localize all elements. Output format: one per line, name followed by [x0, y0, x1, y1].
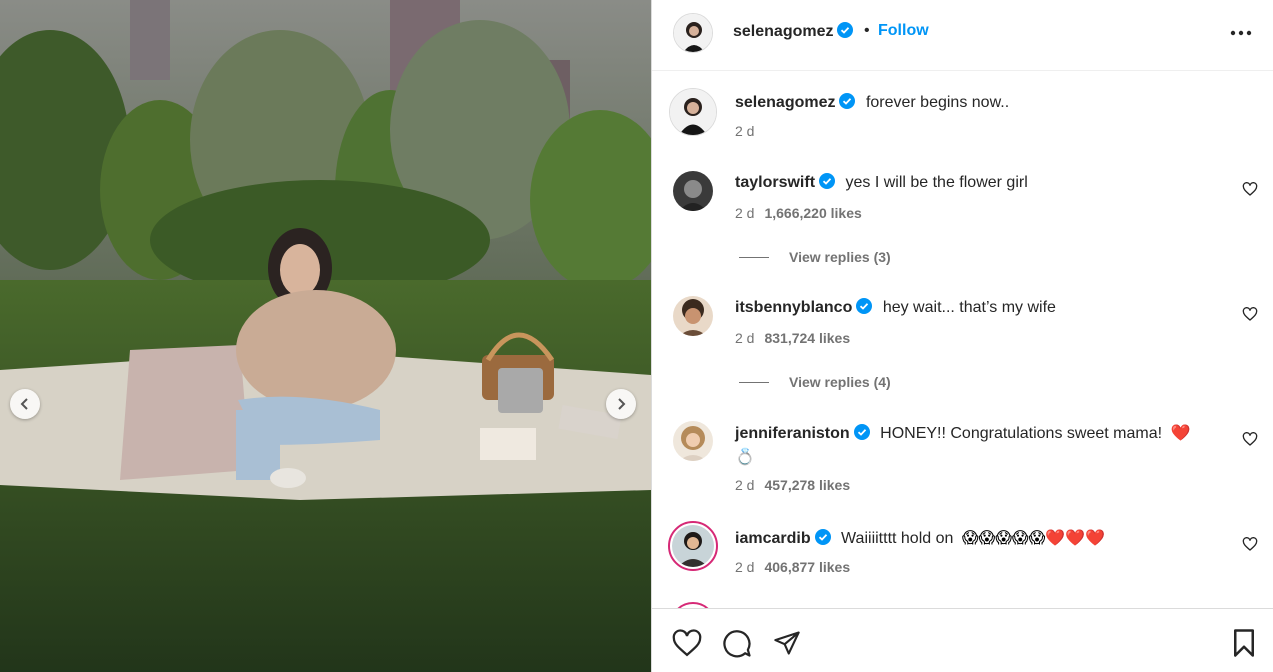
- replies-divider: [739, 257, 769, 258]
- verified-badge-icon: [837, 22, 854, 38]
- post-image: [0, 0, 651, 672]
- more-options-button[interactable]: [1227, 21, 1255, 45]
- comment-text: hey wait... that’s my wife: [882, 299, 1056, 316]
- verified-badge-icon: [819, 173, 836, 189]
- comment-item: taylorswift yes I will be the flower gir…: [652, 171, 1273, 271]
- comment-time[interactable]: 2 d: [735, 559, 754, 575]
- comment-text: yes I will be the flower girl: [845, 174, 1028, 191]
- author-username-text[interactable]: selenagomez: [733, 23, 833, 40]
- comment-bubble-icon: [723, 630, 751, 658]
- comment-likes[interactable]: 1,666,220 likes: [764, 205, 861, 221]
- comment-username[interactable]: itsbennyblanco: [735, 299, 852, 316]
- comment-emoji: 😱😱😱😱😱❤️❤️❤️: [961, 528, 1106, 547]
- bookmark-icon: [1234, 629, 1254, 657]
- verified-badge-icon: [853, 424, 870, 440]
- header-separator: •: [864, 22, 870, 39]
- like-comment-heart-icon[interactable]: [1242, 306, 1258, 322]
- caption-username[interactable]: selenagomez: [735, 94, 835, 111]
- like-comment-heart-icon[interactable]: [1242, 536, 1258, 552]
- comment-username[interactable]: taylorswift: [735, 174, 815, 191]
- caption-avatar[interactable]: [669, 88, 717, 136]
- comment-text: Waiiiitttt hold on: [841, 530, 954, 547]
- author-username[interactable]: selenagomez: [733, 22, 854, 41]
- caption-text: forever begins now..: [865, 94, 1010, 111]
- comments-list: selenagomez forever begins now.. 2 d tay…: [652, 71, 1273, 608]
- view-replies-label[interactable]: View replies (4): [789, 374, 891, 390]
- comment-text: HONEY!! Congratulations sweet mama!: [880, 425, 1163, 442]
- commenter-avatar[interactable]: [673, 421, 713, 461]
- post-actions-bar: [652, 608, 1273, 672]
- previous-image-button[interactable]: [10, 389, 40, 419]
- author-avatar[interactable]: [673, 13, 713, 53]
- caption-time[interactable]: 2 d: [735, 123, 754, 139]
- commenter-avatar-story[interactable]: [668, 521, 718, 571]
- commenter-avatar[interactable]: [673, 296, 713, 336]
- heart-icon: [672, 629, 702, 657]
- comment-likes[interactable]: 457,278 likes: [764, 477, 850, 493]
- view-replies-label[interactable]: View replies (3): [789, 249, 891, 265]
- share-button[interactable]: [772, 628, 802, 658]
- post-header: selenagomez • Follow: [652, 0, 1273, 71]
- verified-badge-icon: [856, 298, 873, 314]
- post-panel: selenagomez • Follow selenagomez forever…: [651, 0, 1273, 672]
- chevron-right-icon: [618, 398, 626, 410]
- replies-divider: [739, 382, 769, 383]
- verified-badge-icon: [814, 529, 831, 545]
- comment-username[interactable]: iamcardib: [735, 530, 811, 547]
- comment-item: iamcardib Waiiiitttt hold on 😱😱😱😱😱❤️❤️❤️…: [652, 521, 1273, 601]
- send-paper-plane-icon: [774, 631, 800, 655]
- comment-button[interactable]: [722, 628, 752, 658]
- comment-time[interactable]: 2 d: [735, 205, 754, 221]
- like-comment-heart-icon[interactable]: [1242, 431, 1258, 447]
- post-media: [0, 0, 651, 672]
- comment-item: itsbennyblanco hey wait... that’s my wif…: [652, 296, 1273, 396]
- view-replies-button[interactable]: View replies (3): [739, 249, 891, 265]
- next-image-button[interactable]: [606, 389, 636, 419]
- chevron-left-icon: [20, 398, 28, 410]
- caption: selenagomez forever begins now.. 2 d: [652, 88, 1273, 148]
- save-button[interactable]: [1229, 628, 1259, 658]
- comment-username[interactable]: jenniferaniston: [735, 425, 850, 442]
- view-replies-button[interactable]: View replies (4): [739, 374, 891, 390]
- more-horizontal-icon: [1230, 30, 1252, 36]
- comment-likes[interactable]: 406,877 likes: [764, 559, 850, 575]
- comment-time[interactable]: 2 d: [735, 330, 754, 346]
- follow-button[interactable]: Follow: [878, 22, 929, 40]
- comment-item: jenniferaniston HONEY!! Congratulations …: [652, 421, 1273, 501]
- comment-time[interactable]: 2 d: [735, 477, 754, 493]
- like-comment-heart-icon[interactable]: [1242, 181, 1258, 197]
- comment-likes[interactable]: 831,724 likes: [764, 330, 850, 346]
- commenter-avatar[interactable]: [673, 171, 713, 211]
- like-button[interactable]: [672, 628, 702, 658]
- verified-badge-icon: [839, 93, 856, 109]
